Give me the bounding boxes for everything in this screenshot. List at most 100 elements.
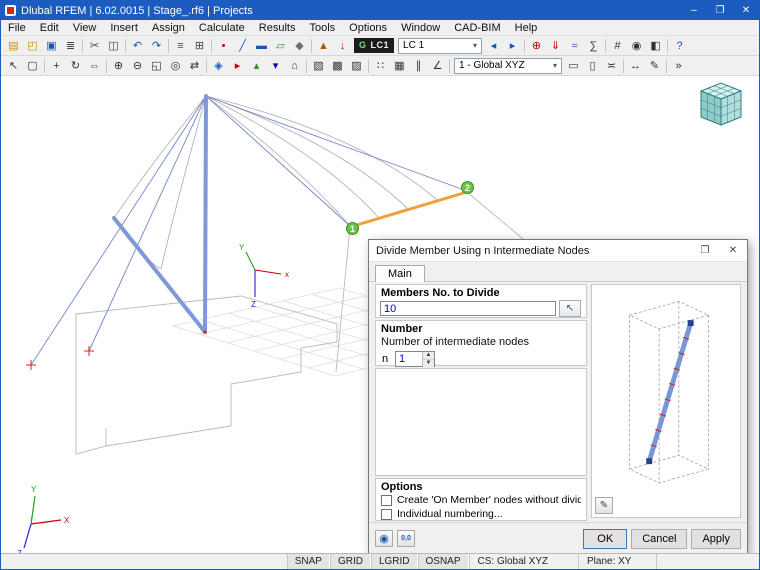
ok-button[interactable]: OK (583, 528, 628, 549)
calculate-all-icon[interactable]: ∑ (584, 37, 603, 54)
grid-toggle-icon[interactable]: ▦ (390, 57, 409, 74)
title-bar: Dlubal RFEM | 6.02.0015 | Stage_.rf6 | P… (1, 1, 759, 20)
save-icon[interactable]: ▣ (42, 37, 61, 54)
zoom-in-icon[interactable]: ⊕ (109, 57, 128, 74)
help-icon[interactable]: ? (670, 37, 689, 54)
menu-item-view[interactable]: View (66, 20, 104, 35)
load-icon[interactable]: ↓ (333, 37, 352, 54)
members-input[interactable] (380, 301, 556, 316)
move-copy-icon[interactable]: + (47, 57, 66, 74)
zoom-all-icon[interactable]: ◎ (166, 57, 185, 74)
clipping-plane-icon[interactable]: ◧ (646, 37, 665, 54)
mesh-icon[interactable]: # (608, 37, 627, 54)
node-badge-1[interactable]: 1 (346, 222, 359, 235)
workplane-yz-icon[interactable]: ▯ (583, 57, 602, 74)
mirror-icon[interactable]: ⇔ (85, 57, 104, 74)
visibility-icon[interactable]: ◉ (627, 37, 646, 54)
guidelines-icon[interactable]: ∥ (409, 57, 428, 74)
dialog-title-bar[interactable]: Divide Member Using n Intermediate Nodes… (369, 240, 747, 262)
status-toggle-osnap[interactable]: OSNAP (417, 554, 469, 569)
comment-icon[interactable]: ✎ (645, 57, 664, 74)
menu-item-options[interactable]: Options (342, 20, 394, 35)
zoom-out-icon[interactable]: ⊖ (128, 57, 147, 74)
menu-item-window[interactable]: Window (394, 20, 447, 35)
load-case-combobox[interactable]: LC 1 ▾ (398, 37, 483, 54)
open-model-icon[interactable]: ◰ (23, 37, 42, 54)
project-navigator-icon[interactable]: ≡ (171, 37, 190, 54)
node-icon[interactable]: • (214, 37, 233, 54)
zoom-window-icon[interactable]: ◱ (147, 57, 166, 74)
menu-item-results[interactable]: Results (252, 20, 303, 35)
minimize-button[interactable]: – (681, 1, 707, 20)
toolbar-overflow-icon[interactable]: » (669, 57, 688, 74)
units-button[interactable]: 0,0 (397, 530, 415, 547)
status-toggle-grid[interactable]: GRID (329, 554, 371, 569)
previous-load-case-icon[interactable]: ◂ (484, 37, 503, 54)
maximize-button[interactable]: ❐ (707, 1, 733, 20)
individual-numbering-checkbox[interactable] (381, 508, 392, 520)
checkbox-row-on-member[interactable]: Create 'On Member' nodes without dividin… (376, 493, 586, 507)
dimension-icon[interactable]: ↔ (626, 57, 645, 74)
menu-item-file[interactable]: File (1, 20, 33, 35)
surface-icon[interactable]: ▱ (271, 37, 290, 54)
snap-toggle-icon[interactable]: ∷ (371, 57, 390, 74)
menu-item-edit[interactable]: Edit (33, 20, 66, 35)
transparent-display-icon[interactable]: ▨ (347, 57, 366, 74)
menu-item-tools[interactable]: Tools (302, 20, 342, 35)
rotate-icon[interactable]: ↻ (66, 57, 85, 74)
new-load-case-icon[interactable]: ⊕ (527, 37, 546, 54)
tab-main[interactable]: Main (375, 265, 425, 282)
n-spinner[interactable]: ▲ ▼ (395, 351, 435, 367)
checkbox-row-individual-numbering[interactable]: Individual numbering... (376, 507, 586, 521)
plane-offset-icon[interactable]: ≍ (602, 57, 621, 74)
cancel-button[interactable]: Cancel (631, 528, 688, 549)
undo-icon[interactable]: ↶ (128, 37, 147, 54)
spin-up-icon[interactable]: ▲ (423, 352, 434, 360)
n-input[interactable] (396, 352, 422, 366)
select-arrow-icon[interactable]: ↖ (4, 57, 23, 74)
workplane-xy-icon[interactable]: ▭ (564, 57, 583, 74)
details-button[interactable]: ◉ (375, 530, 393, 547)
pick-members-button[interactable]: ↖ (559, 300, 581, 317)
next-load-case-icon[interactable]: ▸ (503, 37, 522, 54)
status-toggle-snap[interactable]: SNAP (286, 554, 330, 569)
close-button[interactable]: ✕ (733, 1, 759, 20)
view-y-icon[interactable]: ▴ (247, 57, 266, 74)
solid-icon[interactable]: ◆ (290, 37, 309, 54)
pan-icon[interactable]: ⇄ (185, 57, 204, 74)
show-results-icon[interactable]: ≈ (565, 37, 584, 54)
line-icon[interactable]: ╱ (233, 37, 252, 54)
dialog-close-button[interactable]: ✕ (719, 240, 747, 261)
view-x-icon[interactable]: ▸ (228, 57, 247, 74)
menu-item-help[interactable]: Help (508, 20, 545, 35)
menu-item-assign[interactable]: Assign (145, 20, 192, 35)
on-member-checkbox[interactable] (381, 494, 392, 506)
wireframe-display-icon[interactable]: ▧ (309, 57, 328, 74)
perspective-view-icon[interactable]: ⌂ (285, 57, 304, 74)
print-icon[interactable]: ≣ (61, 37, 80, 54)
status-toggle-lgrid[interactable]: LGRID (370, 554, 418, 569)
select-window-icon[interactable]: ▢ (23, 57, 42, 74)
dialog-maximize-button[interactable]: ❐ (691, 240, 719, 261)
node-badge-2[interactable]: 2 (461, 181, 474, 194)
shaded-display-icon[interactable]: ▩ (328, 57, 347, 74)
show-loads-icon[interactable]: ⇓ (546, 37, 565, 54)
new-model-icon[interactable]: ▤ (4, 37, 23, 54)
support-icon[interactable]: ▲ (314, 37, 333, 54)
menu-item-cad-bim[interactable]: CAD-BIM (447, 20, 507, 35)
navigation-cube[interactable] (691, 79, 747, 134)
angle-snap-icon[interactable]: ∠ (428, 57, 447, 74)
cut-icon[interactable]: ✂ (85, 37, 104, 54)
redo-icon[interactable]: ↷ (147, 37, 166, 54)
menu-item-calculate[interactable]: Calculate (192, 20, 252, 35)
spin-down-icon[interactable]: ▼ (423, 360, 434, 367)
menu-item-insert[interactable]: Insert (103, 20, 145, 35)
member-icon[interactable]: ▬ (252, 37, 271, 54)
copy-icon[interactable]: ◫ (104, 37, 123, 54)
preview-settings-button[interactable]: ✎ (595, 497, 613, 514)
apply-button[interactable]: Apply (691, 528, 741, 549)
tables-icon[interactable]: ⊞ (190, 37, 209, 54)
coordinate-system-combobox[interactable]: 1 - Global XYZ ▾ (454, 57, 562, 74)
view-z-icon[interactable]: ▾ (266, 57, 285, 74)
isometric-view-icon[interactable]: ◈ (209, 57, 228, 74)
